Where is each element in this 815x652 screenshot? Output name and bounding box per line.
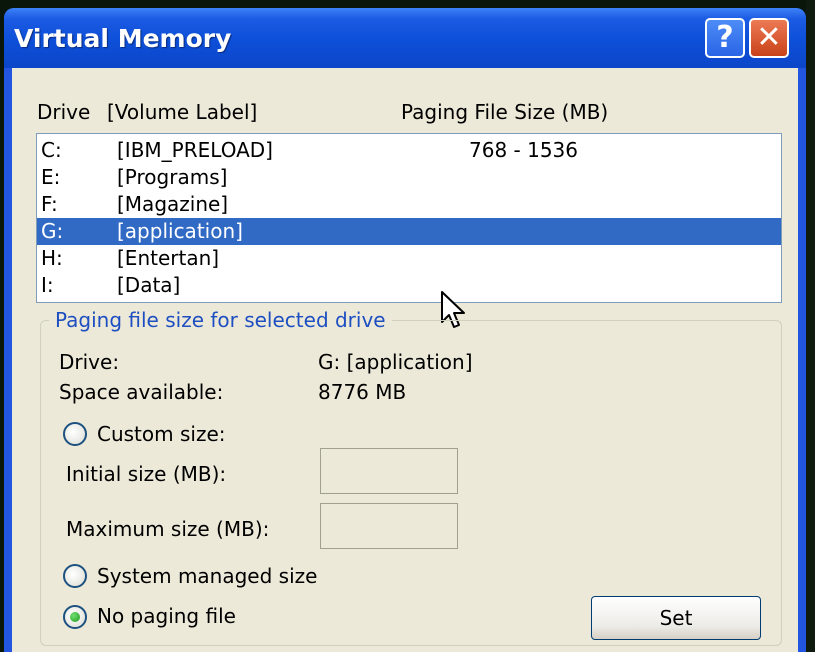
initial-size-label: Initial size (MB): bbox=[66, 462, 227, 486]
drive-row-c[interactable]: C: [IBM_PRELOAD] 768 - 1536 bbox=[37, 137, 781, 164]
drive-volume-label: [Magazine] bbox=[117, 192, 229, 216]
drive-row-f[interactable]: F: [Magazine] bbox=[37, 191, 781, 218]
system-managed-radio[interactable] bbox=[63, 564, 87, 588]
no-paging-file-radio[interactable] bbox=[63, 605, 87, 629]
custom-size-radio[interactable] bbox=[63, 422, 87, 446]
maximum-size-input[interactable] bbox=[320, 503, 458, 549]
dialog-client-area: Drive [Volume Label] Paging File Size (M… bbox=[12, 68, 798, 652]
maximum-size-label: Maximum size (MB): bbox=[66, 517, 270, 541]
drive-letter: G: bbox=[41, 219, 64, 243]
custom-size-label[interactable]: Custom size: bbox=[97, 422, 226, 446]
drive-row-h[interactable]: H: [Entertan] bbox=[37, 245, 781, 272]
system-managed-label[interactable]: System managed size bbox=[97, 564, 317, 588]
help-button[interactable]: ? bbox=[705, 18, 745, 58]
drive-list[interactable]: C: [IBM_PRELOAD] 768 - 1536 E: [Programs… bbox=[36, 133, 782, 303]
drive-volume-label: [application] bbox=[117, 219, 243, 243]
no-paging-file-label[interactable]: No paging file bbox=[97, 604, 236, 628]
space-available-value: 8776 MB bbox=[318, 380, 407, 404]
drive-paging-size: 768 - 1536 bbox=[469, 138, 579, 162]
radio-checked-icon bbox=[70, 612, 80, 622]
groupbox-title: Paging file size for selected drive bbox=[49, 308, 392, 332]
drive-letter: C: bbox=[41, 138, 62, 162]
drive-value: G: [application] bbox=[318, 350, 473, 374]
drive-volume-label: [IBM_PRELOAD] bbox=[117, 138, 273, 162]
initial-size-input[interactable] bbox=[320, 448, 458, 494]
drive-volume-label: [Data] bbox=[117, 273, 181, 297]
drive-volume-label: [Programs] bbox=[117, 165, 228, 189]
close-button[interactable]: ✕ bbox=[749, 18, 789, 58]
title-bar[interactable]: Virtual Memory ? ✕ bbox=[4, 8, 806, 68]
drive-row-i[interactable]: I: [Data] bbox=[37, 272, 781, 299]
space-available-label: Space available: bbox=[59, 380, 224, 404]
drive-label: Drive: bbox=[59, 350, 120, 374]
drive-letter: F: bbox=[41, 192, 58, 216]
window-title: Virtual Memory bbox=[14, 24, 232, 53]
column-header-paging-file-size: Paging File Size (MB) bbox=[401, 100, 609, 124]
drive-row-e[interactable]: E: [Programs] bbox=[37, 164, 781, 191]
desktop-background bbox=[806, 0, 815, 652]
virtual-memory-dialog: Virtual Memory ? ✕ Drive [Volume Label] … bbox=[4, 8, 806, 652]
set-button[interactable]: Set bbox=[591, 596, 761, 640]
drive-letter: H: bbox=[41, 246, 63, 270]
drive-letter: E: bbox=[41, 165, 61, 189]
column-header-drive: Drive bbox=[37, 100, 91, 124]
drive-letter: I: bbox=[41, 273, 54, 297]
drive-row-g-selected[interactable]: G: [application] bbox=[37, 218, 781, 245]
drive-volume-label: [Entertan] bbox=[117, 246, 220, 270]
column-header-volume-label: [Volume Label] bbox=[107, 100, 258, 124]
